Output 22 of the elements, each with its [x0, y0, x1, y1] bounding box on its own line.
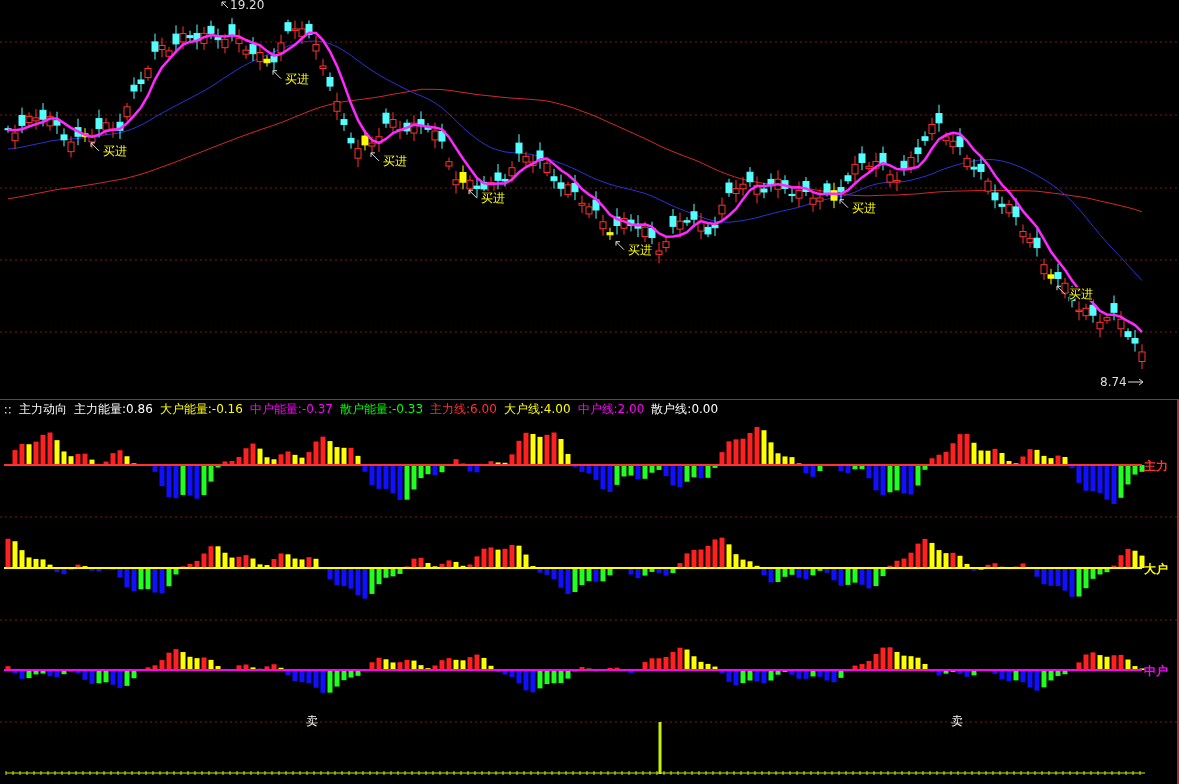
panel-label: 主力: [1144, 459, 1168, 473]
legend-value: 中户能量:-0.37: [249, 402, 333, 417]
buy-signal-label: 买进: [285, 71, 309, 86]
legend-value: 大户能量:-0.16: [159, 402, 243, 417]
price-label: 8.74: [1100, 375, 1127, 389]
legend-value: 大户线:4.00: [503, 402, 571, 417]
buy-signal-label: 买进: [852, 200, 876, 215]
legend-value: 散户能量:-0.33: [339, 402, 424, 417]
price-label: 19.20: [230, 0, 265, 12]
panel-label: 大户: [1144, 562, 1168, 576]
panel-label: 中户: [1144, 664, 1168, 678]
legend-value: 散户线:0.00: [651, 402, 719, 417]
legend-value: 主力线:6.00: [430, 402, 497, 417]
buy-signal-label: 买进: [103, 143, 127, 158]
buy-signal-label: 买进: [481, 191, 505, 206]
buy-signal-label: 买进: [628, 242, 652, 257]
legend-value: 中户线:2.00: [577, 402, 645, 417]
sell-signal-label: 卖: [951, 714, 963, 728]
indicator-title: 主力动向: [19, 402, 67, 417]
sell-signal-label: 卖: [306, 714, 318, 728]
buy-signal-label: 买进: [383, 153, 407, 168]
legend-value: 主力能量:0.86: [74, 402, 153, 417]
